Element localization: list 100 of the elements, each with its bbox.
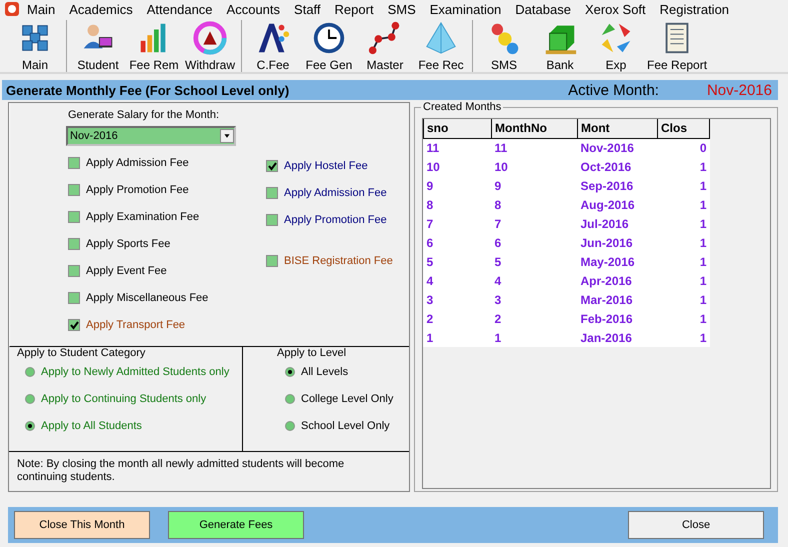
- checkbox-label[interactable]: Apply Event Fee: [68, 264, 266, 278]
- checkbox-label[interactable]: Apply Promotion Fee: [68, 183, 266, 197]
- menu-item[interactable]: Database: [508, 2, 578, 16]
- table-cell: 7: [424, 214, 492, 233]
- table-cell: May-2016: [578, 252, 658, 271]
- caret-icon: [220, 129, 234, 143]
- table-cell: Jul-2016: [578, 214, 658, 233]
- table-cell: 3: [492, 290, 578, 309]
- active-month-label: Active Month:: [568, 82, 659, 98]
- table-cell: 10: [492, 157, 578, 176]
- toolbar-button[interactable]: Fee Rec: [413, 20, 470, 72]
- radio-option[interactable]: School Level Only: [285, 419, 409, 433]
- radio-button[interactable]: [285, 421, 295, 431]
- checkbox[interactable]: [68, 157, 80, 169]
- column-header[interactable]: Mont: [578, 119, 658, 138]
- checkbox[interactable]: [68, 265, 80, 277]
- toolbar-button[interactable]: Main: [7, 20, 63, 72]
- table-cell: 10: [424, 157, 492, 176]
- toolbar-button[interactable]: Bank: [532, 20, 588, 72]
- menu-item[interactable]: SMS: [380, 2, 423, 16]
- menu-item[interactable]: Attendance: [140, 2, 220, 16]
- table-cell: 11: [424, 138, 492, 157]
- table-cell: 4: [492, 271, 578, 290]
- checkbox-label[interactable]: Apply Miscellaneous Fee: [68, 291, 266, 305]
- table-cell: 1: [658, 176, 710, 195]
- table-cell: Oct-2016: [578, 157, 658, 176]
- checkbox[interactable]: [266, 187, 278, 199]
- table-cell: 6: [424, 233, 492, 252]
- form-title: Generate Monthly Fee (For School Level only): [6, 82, 290, 98]
- checkbox[interactable]: [68, 184, 80, 196]
- menu-item[interactable]: Accounts: [220, 2, 288, 16]
- close-button[interactable]: Close: [628, 511, 764, 539]
- checkbox[interactable]: [266, 255, 278, 267]
- column-header[interactable]: sno: [424, 119, 492, 138]
- toolbar-button[interactable]: Withdraw: [182, 20, 238, 72]
- close-month-button[interactable]: Close This Month: [14, 511, 150, 539]
- checkbox[interactable]: [266, 214, 278, 226]
- checkbox-label[interactable]: Apply Examination Fee: [68, 210, 266, 224]
- checkbox[interactable]: [68, 211, 80, 223]
- table-cell: 6: [492, 233, 578, 252]
- toolbar-button[interactable]: Master: [357, 20, 414, 72]
- radio-button[interactable]: [285, 394, 295, 404]
- menu-item[interactable]: Xerox Soft: [578, 2, 653, 16]
- table-cell: Sep-2016: [578, 176, 658, 195]
- menu-item[interactable]: Staff: [287, 2, 328, 16]
- checkbox[interactable]: [68, 238, 80, 250]
- table-cell: Apr-2016: [578, 271, 658, 290]
- column-header[interactable]: MonthNo: [492, 119, 578, 138]
- menu-item[interactable]: Main: [20, 2, 62, 16]
- checkbox[interactable]: [266, 160, 278, 172]
- table-cell: 1: [658, 252, 710, 271]
- radio-button[interactable]: [285, 367, 295, 377]
- checkbox-label[interactable]: Apply Hostel Fee: [266, 159, 393, 173]
- radio-option[interactable]: Apply to Newly Admitted Students only: [25, 365, 242, 379]
- month-label: Generate Salary for the Month:: [68, 109, 220, 121]
- table-cell: Aug-2016: [578, 195, 658, 214]
- menu-item[interactable]: Registration: [652, 2, 736, 16]
- toolbar-button[interactable]: Fee Rem: [126, 20, 182, 72]
- menu-item[interactable]: Report: [328, 2, 381, 16]
- checkbox-label[interactable]: Apply Admission Fee: [266, 186, 393, 200]
- table-cell: 1: [658, 214, 710, 233]
- table-cell: 1: [658, 195, 710, 214]
- toolbar-button[interactable]: SMS: [476, 20, 532, 72]
- checkbox-label[interactable]: Apply Promotion Fee: [266, 213, 393, 227]
- radio-option[interactable]: College Level Only: [285, 392, 409, 406]
- checkbox[interactable]: [68, 292, 80, 304]
- checkbox[interactable]: [68, 319, 80, 331]
- table-cell: 1: [658, 290, 710, 309]
- toolbar-button[interactable]: Fee Report: [644, 20, 710, 72]
- toolbar-button[interactable]: Exp: [588, 20, 644, 72]
- table-cell: Nov-2016: [578, 138, 658, 157]
- month-dropdown[interactable]: Nov-2016: [66, 126, 236, 146]
- radio-option[interactable]: All Levels: [285, 365, 409, 379]
- menu-item[interactable]: Academics: [62, 2, 140, 16]
- active-month-value: Nov-2016: [706, 82, 772, 98]
- table-cell: 5: [492, 252, 578, 271]
- table-cell: Jun-2016: [578, 233, 658, 252]
- radio-option[interactable]: Apply to Continuing Students only: [25, 392, 242, 406]
- radio-button[interactable]: [25, 421, 35, 431]
- group-title: Created Months: [421, 101, 504, 113]
- table-cell: 1: [658, 233, 710, 252]
- radio-option[interactable]: Apply to All Students: [25, 419, 242, 433]
- table-cell: 1: [658, 309, 710, 328]
- column-header[interactable]: Clos: [658, 119, 710, 138]
- checkbox-label[interactable]: BISE Registration Fee: [266, 254, 393, 268]
- table-cell: 8: [424, 195, 492, 214]
- radio-button[interactable]: [25, 367, 35, 377]
- generate-fees-button[interactable]: Generate Fees: [168, 511, 304, 539]
- radio-button[interactable]: [25, 394, 35, 404]
- table-cell: 0: [658, 138, 710, 157]
- toolbar-button[interactable]: Fee Gen: [301, 20, 358, 72]
- checkbox-label[interactable]: Apply Transport Fee: [68, 318, 266, 332]
- checkbox-label[interactable]: Apply Admission Fee: [68, 156, 266, 170]
- toolbar-button[interactable]: C.Fee: [245, 20, 302, 72]
- table-cell: 1: [658, 271, 710, 290]
- toolbar-button[interactable]: Student: [70, 20, 126, 72]
- table-cell: 2: [424, 309, 492, 328]
- table-cell: Jan-2016: [578, 328, 658, 347]
- menu-item[interactable]: Examination: [422, 2, 508, 16]
- checkbox-label[interactable]: Apply Sports Fee: [68, 237, 266, 251]
